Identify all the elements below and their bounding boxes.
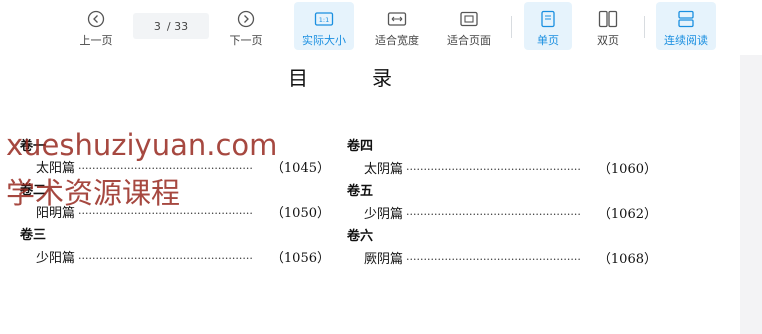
title-char-2: 录 (372, 66, 394, 90)
toc-entry-title: 厥阴篇 (364, 252, 404, 267)
double-page-button[interactable]: 双页 (584, 2, 632, 50)
toc-entry[interactable]: 厥阴篇 ····································… (364, 248, 657, 267)
toc-entry[interactable]: 太阳篇 ····································… (36, 157, 330, 176)
toolbar-divider (511, 16, 512, 38)
fit-width-label: 适合宽度 (375, 34, 419, 47)
continuous-reading-icon (677, 6, 695, 32)
fit-page-label: 适合页面 (447, 34, 491, 47)
volume-heading: 卷五 (347, 184, 374, 199)
toc-entry-title: 太阴篇 (364, 162, 404, 177)
leader-dots: ········································… (406, 208, 581, 221)
volume-heading: 卷二 (20, 183, 47, 198)
toc-entry[interactable]: 少阳篇 ····································… (36, 247, 330, 266)
toc-entry-page: （1050） (270, 206, 330, 221)
toolbar-divider (644, 16, 645, 38)
actual-size-button[interactable]: 1:1 实际大小 (294, 2, 354, 50)
fit-page-icon (459, 6, 479, 32)
chevron-left-icon (87, 6, 105, 32)
single-page-label: 单页 (537, 34, 559, 47)
toc-entry-title: 少阴篇 (364, 207, 404, 222)
chevron-right-icon (237, 6, 255, 32)
next-page-button[interactable]: 下一页 (222, 2, 270, 50)
title-char-1: 目 (288, 66, 310, 90)
toc-entry-page: （1045） (270, 161, 330, 176)
prev-page-button[interactable]: 上一页 (72, 2, 120, 50)
toc-entry[interactable]: 阳明篇 ····································… (36, 202, 330, 221)
fit-width-button[interactable]: 适合宽度 (368, 2, 426, 50)
fit-page-button[interactable]: 适合页面 (440, 2, 498, 50)
vertical-scrollbar[interactable] (740, 55, 762, 334)
page-indicator: 3 / 33 (133, 13, 209, 39)
volume-heading: 卷三 (20, 228, 47, 243)
toc-entry[interactable]: 太阴篇 ····································… (364, 158, 657, 177)
double-page-icon (598, 6, 618, 32)
toc-entry-page: （1056） (270, 251, 330, 266)
page-title: 目录 (288, 62, 394, 91)
continuous-reading-label: 连续阅读 (664, 34, 708, 47)
single-page-button[interactable]: 单页 (524, 2, 572, 50)
toolbar: 上一页 3 / 33 下一页 1:1 实际大小 适合宽度 适合页面 单页 双页 … (0, 0, 762, 55)
svg-text:1:1: 1:1 (319, 16, 329, 24)
leader-dots: ········································… (78, 252, 253, 265)
leader-dots: ········································… (406, 163, 581, 176)
current-page-input[interactable]: 3 (154, 20, 161, 33)
toc-entry-page: （1068） (597, 252, 657, 267)
toc-entry-title: 少阳篇 (36, 251, 76, 266)
leader-dots: ········································… (78, 207, 253, 220)
toc-entry-page: （1062） (597, 207, 657, 222)
prev-page-label: 上一页 (79, 34, 113, 47)
actual-size-label: 实际大小 (302, 34, 346, 47)
toc-entry-title: 太阳篇 (36, 161, 76, 176)
next-page-label: 下一页 (229, 34, 263, 47)
toc-entry-page: （1060） (597, 162, 657, 177)
total-pages: / 33 (166, 19, 189, 33)
single-page-icon (540, 6, 556, 32)
actual-size-icon: 1:1 (314, 6, 334, 32)
volume-heading: 卷四 (347, 139, 374, 154)
double-page-label: 双页 (597, 34, 619, 47)
leader-dots: ········································… (78, 162, 253, 175)
leader-dots: ········································… (406, 253, 581, 266)
volume-heading: 卷六 (347, 229, 374, 244)
continuous-reading-button[interactable]: 连续阅读 (656, 2, 716, 50)
fit-width-icon (387, 6, 407, 32)
toc-entry-title: 阳明篇 (36, 206, 76, 221)
toc-entry[interactable]: 少阴篇 ····································… (364, 203, 657, 222)
volume-heading: 卷一 (20, 139, 47, 154)
